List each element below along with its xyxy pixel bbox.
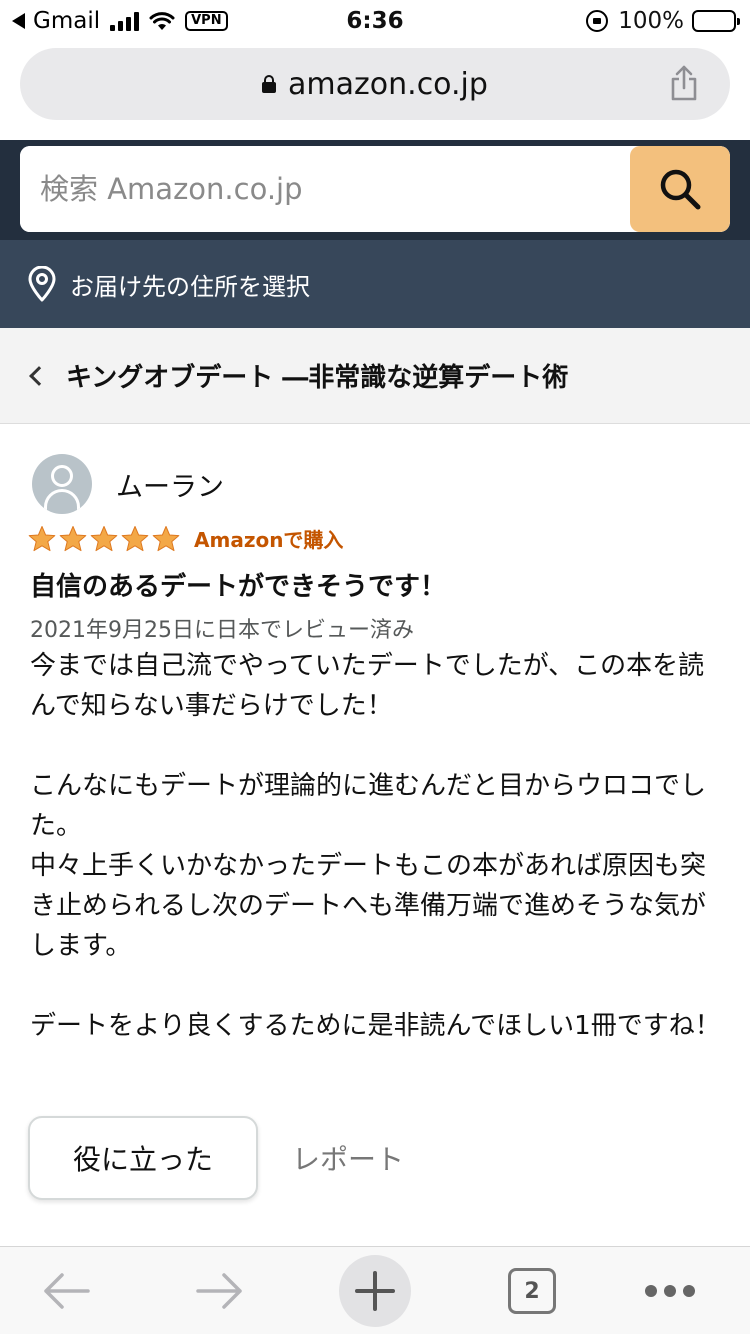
lock-icon (262, 75, 277, 93)
tab-count: 2 (508, 1268, 556, 1314)
forward-arrow-icon (196, 1273, 242, 1309)
reviewer-name: ムーラン (116, 471, 224, 503)
back-arrow-icon (44, 1273, 90, 1309)
status-bar: Gmail VPN 6:36 100% (0, 0, 750, 42)
more-button[interactable] (640, 1247, 700, 1334)
review-card: ムーラン Amazonで購入 自信のあるデートができそうです！ 2021年9月2… (0, 424, 750, 1244)
more-icon (645, 1285, 695, 1297)
search-button[interactable] (630, 146, 730, 232)
share-icon[interactable] (668, 64, 700, 102)
delivery-address-bar[interactable]: お届け先の住所を選択 (0, 240, 750, 328)
product-title[interactable]: キングオブデート ―非常識な逆算デート術 (66, 357, 568, 394)
amazon-header (0, 140, 750, 240)
reviewer: ムーラン (32, 454, 224, 514)
search-input[interactable] (20, 146, 630, 232)
chevron-left-icon[interactable] (29, 365, 49, 386)
verified-purchase-badge: Amazonで購入 (194, 528, 344, 552)
delivery-label: お届け先の住所を選択 (70, 272, 310, 301)
rotation-lock-icon (586, 10, 609, 32)
new-tab-circle (339, 1255, 411, 1327)
search-box (20, 146, 730, 232)
helpful-button[interactable]: 役に立った (28, 1116, 258, 1200)
review-body: 今までは自己流でやっていたデートでしたが、この本を読んで知らない事だらけでした！… (30, 651, 721, 1041)
tabs-button[interactable]: 2 (502, 1247, 562, 1334)
star-icon (28, 525, 56, 551)
back-button[interactable] (26, 1247, 106, 1334)
product-header[interactable]: キングオブデート ―非常識な逆算デート術 (0, 328, 750, 424)
browser-toolbar: 2 (0, 1246, 750, 1334)
new-tab-plus-icon (355, 1271, 395, 1311)
address-bar[interactable]: amazon.co.jp (20, 48, 730, 120)
review-date: 2021年9月25日に日本でレビュー済み (30, 618, 414, 643)
browser-url-area: amazon.co.jp (0, 42, 750, 140)
url-text[interactable]: amazon.co.jp (288, 67, 488, 102)
star-icon (121, 525, 149, 551)
star-icon (59, 525, 87, 551)
rating-row: Amazonで購入 (28, 524, 343, 553)
avatar (32, 454, 92, 514)
battery-icon (692, 10, 740, 32)
search-icon (660, 169, 701, 210)
battery-percent: 100% (618, 8, 684, 34)
location-pin-icon (28, 266, 56, 302)
review-actions: 役に立った レポート (28, 1116, 404, 1200)
star-icon (152, 525, 180, 551)
report-link[interactable]: レポート (292, 1138, 404, 1178)
status-right: 100% (586, 6, 740, 36)
star-icon (90, 525, 118, 551)
forward-button[interactable] (180, 1247, 260, 1334)
new-tab-button[interactable] (336, 1247, 414, 1334)
star-rating (28, 525, 180, 553)
review-title: 自信のあるデートができそうです！ (30, 572, 447, 602)
